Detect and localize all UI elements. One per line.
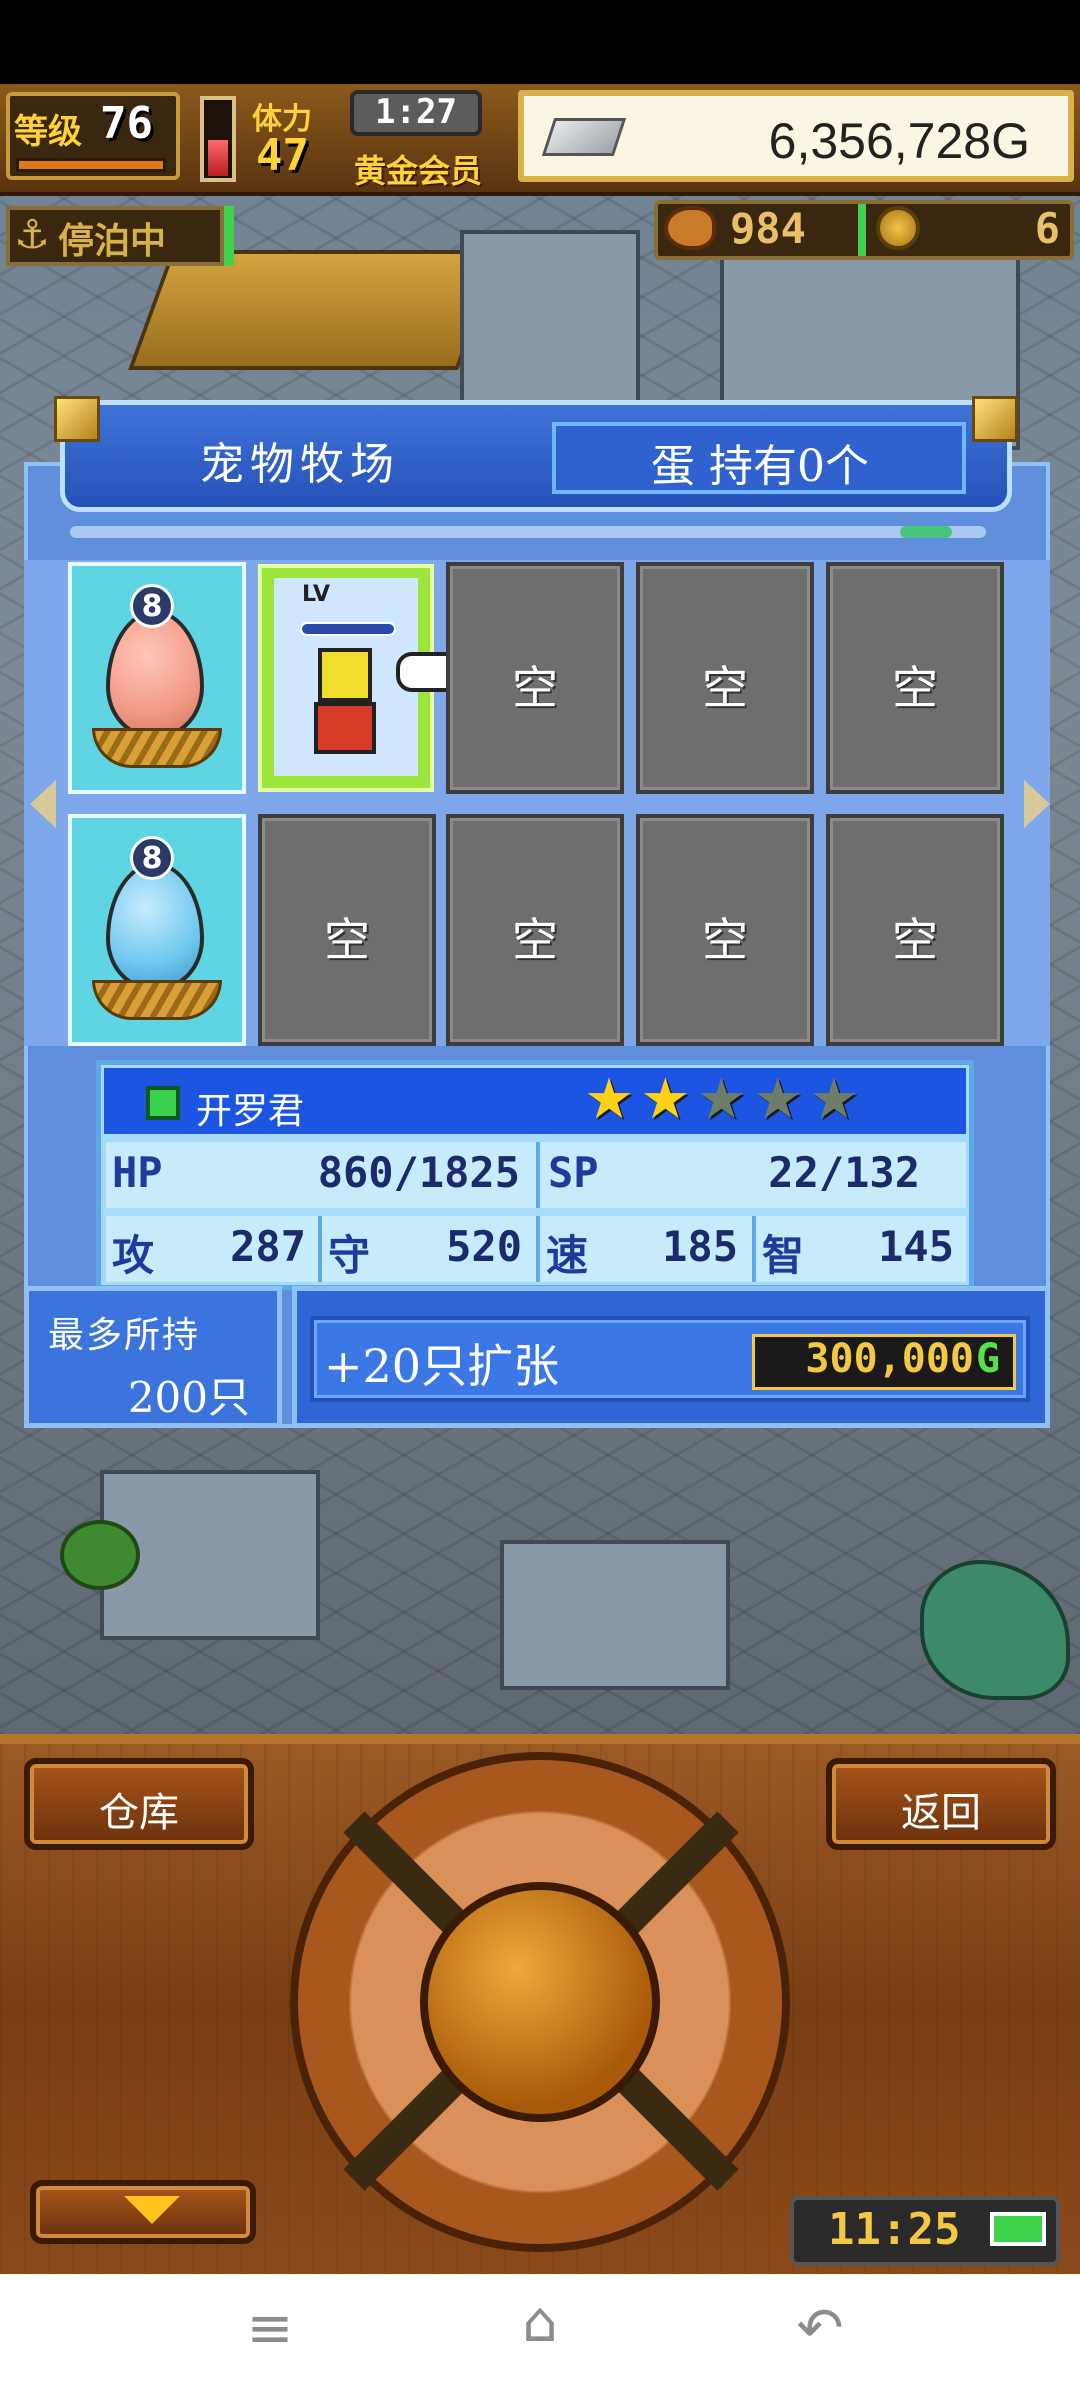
pet-hp-bar <box>300 622 396 636</box>
game-time: 11:25 <box>828 2204 961 2255</box>
page-right-arrow-icon[interactable] <box>1024 780 1050 828</box>
expand-price: 300,000 <box>805 1336 974 1382</box>
back-button-label: 返回 <box>901 1790 981 1836</box>
dpad-center-button[interactable] <box>420 1882 660 2122</box>
stat-divider <box>536 1216 540 1282</box>
empty-slot-label: 空 <box>512 913 558 967</box>
egg-count-text: 蛋 持有0个 <box>651 441 869 492</box>
pet-name: 开罗君 <box>196 1091 305 1132</box>
food-count: 984 <box>730 204 806 253</box>
corner-ornament <box>972 396 1018 442</box>
menu-icon[interactable]: ≡ <box>220 2296 320 2361</box>
pet-level-label: LV <box>302 582 331 607</box>
level-label: 等级 <box>14 112 82 152</box>
pet-rarity-stars: ★ ★ ★ ★ ★ <box>584 1072 904 1132</box>
egg-level-badge: 8 <box>130 584 174 628</box>
building-roof <box>128 250 502 370</box>
hp-label: HP <box>112 1148 163 1197</box>
meat-icon <box>664 206 716 250</box>
empty-slot-label: 空 <box>892 661 938 715</box>
attack-label: 攻 <box>112 1231 155 1280</box>
nest-icon <box>92 728 222 768</box>
home-icon[interactable]: ⌂ <box>490 2290 590 2355</box>
star-filled-icon: ★ <box>584 1067 635 1132</box>
clock-text: 1:27 <box>375 92 457 132</box>
coin-icon <box>876 206 920 250</box>
exp-bar <box>16 158 166 172</box>
stamina-value: 47 <box>256 130 309 181</box>
star-empty-icon: ★ <box>752 1067 803 1132</box>
corner-ornament <box>54 396 100 442</box>
back-nav-icon[interactable]: ↶ <box>770 2296 870 2361</box>
expand-capacity-label: +20只扩张 <box>324 1339 560 1393</box>
tree <box>60 1520 140 1590</box>
defense-label: 守 <box>328 1231 371 1280</box>
sp-label: SP <box>548 1148 599 1197</box>
expand-currency: G <box>976 1336 1001 1382</box>
anchored-status-label: 停泊中 <box>58 221 167 262</box>
coin-count: 6 <box>1034 204 1060 253</box>
status-indicator <box>224 206 234 266</box>
stat-divider <box>752 1216 756 1282</box>
silver-bar-icon <box>541 118 627 156</box>
pet-sprite-head <box>318 648 372 702</box>
food-indicator <box>858 204 866 256</box>
chevron-down-icon <box>124 2196 180 2224</box>
empty-slot-label: 空 <box>702 661 748 715</box>
anchor-icon: ⚓ <box>14 212 50 258</box>
empty-slot-label: 空 <box>324 913 370 967</box>
empty-slot-label: 空 <box>512 661 558 715</box>
capacity-label: 最多所持 <box>48 1315 201 1356</box>
pet-sprite-body <box>314 702 376 754</box>
speed-value: 185 <box>662 1222 738 1271</box>
empty-slot-label: 空 <box>702 913 748 967</box>
stat-divider <box>536 1142 540 1208</box>
battery-icon <box>990 2212 1046 2246</box>
intelligence-label: 智 <box>762 1231 805 1280</box>
scroll-thumb[interactable] <box>900 526 952 538</box>
page-left-arrow-icon[interactable] <box>30 780 56 828</box>
pet-gem-icon <box>146 1086 180 1120</box>
attack-value: 287 <box>230 1222 306 1271</box>
nest-icon <box>92 980 222 1020</box>
egg-level-badge: 8 <box>130 836 174 880</box>
capacity-value: 200只 <box>127 1373 250 1422</box>
building-fort <box>500 1540 730 1690</box>
level-value: 76 <box>100 98 153 149</box>
speed-label: 速 <box>546 1231 589 1280</box>
star-empty-icon: ★ <box>808 1067 860 1132</box>
stamina-gauge-fill <box>208 140 228 176</box>
star-empty-icon: ★ <box>696 1067 747 1132</box>
sp-value: 22/132 <box>768 1148 920 1197</box>
stat-divider <box>318 1216 322 1282</box>
empty-slot-label: 空 <box>892 913 938 967</box>
member-label: 黄金会员 <box>354 152 483 190</box>
warehouse-button-label: 仓库 <box>99 1790 179 1836</box>
gold-value: 6,356,728G <box>768 113 1030 169</box>
intelligence-value: 145 <box>878 1222 954 1271</box>
defense-value: 520 <box>446 1222 522 1271</box>
hp-value: 860/1825 <box>317 1148 520 1197</box>
scroll-track[interactable] <box>70 526 986 538</box>
star-filled-icon: ★ <box>640 1067 691 1132</box>
panel-title: 宠物牧场 <box>200 439 400 490</box>
